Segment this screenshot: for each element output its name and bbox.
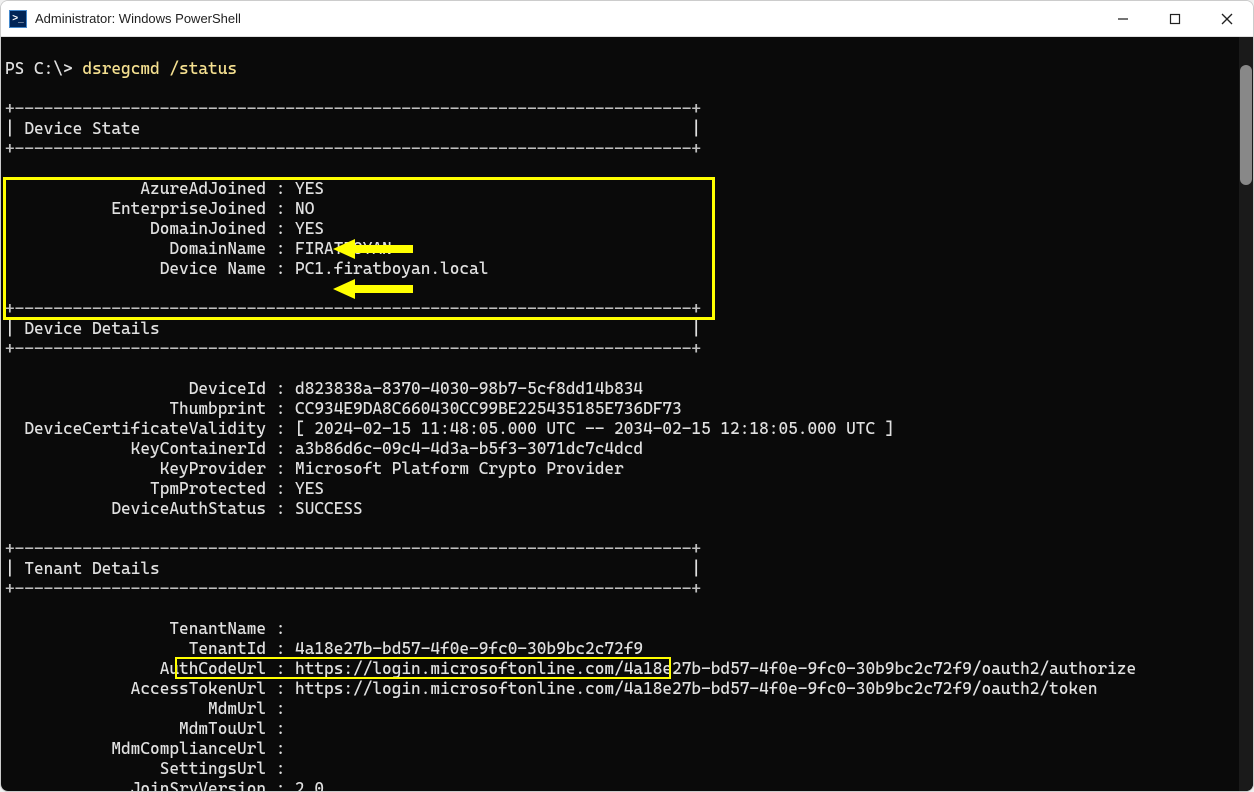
powershell-icon: >_ [9,10,27,28]
section-header-device-details: | Device Details | [5,319,701,338]
powershell-window: >_ Administrator: Windows PowerShell PS … [0,0,1254,792]
window-title: Administrator: Windows PowerShell [35,11,1097,26]
maximize-button[interactable] [1149,1,1201,36]
window-controls [1097,1,1253,36]
scrollbar[interactable] [1239,37,1253,791]
separator-line: +---------------------------------------… [5,539,701,558]
device-state-rows: AzureAdJoined : YES EnterpriseJoined : N… [5,179,488,278]
separator-line: +---------------------------------------… [5,99,701,118]
device-details-rows: DeviceId : d823838a-8370-4030-98b7-5cf8d… [5,379,894,518]
powershell-icon-glyph: >_ [12,13,23,24]
tenant-details-rows: TenantName : TenantId : 4a18e27b-bd57-4f… [5,619,1136,791]
separator-line: +---------------------------------------… [5,579,701,598]
minimize-button[interactable] [1097,1,1149,36]
section-header-device-state: | Device State | [5,119,701,138]
close-button[interactable] [1201,1,1253,36]
separator-line: +---------------------------------------… [5,139,701,158]
prompt-command: dsregcmd /status [82,59,237,78]
scrollbar-thumb[interactable] [1240,65,1252,185]
separator-line: +---------------------------------------… [5,299,701,318]
prompt-path: PS C:\> [5,59,73,78]
titlebar[interactable]: >_ Administrator: Windows PowerShell [1,1,1253,37]
separator-line: +---------------------------------------… [5,339,701,358]
section-header-tenant-details: | Tenant Details | [5,559,701,578]
prompt-line: PS C:\> dsregcmd /status [5,59,237,78]
terminal-output[interactable]: PS C:\> dsregcmd /status +--------------… [1,37,1253,791]
